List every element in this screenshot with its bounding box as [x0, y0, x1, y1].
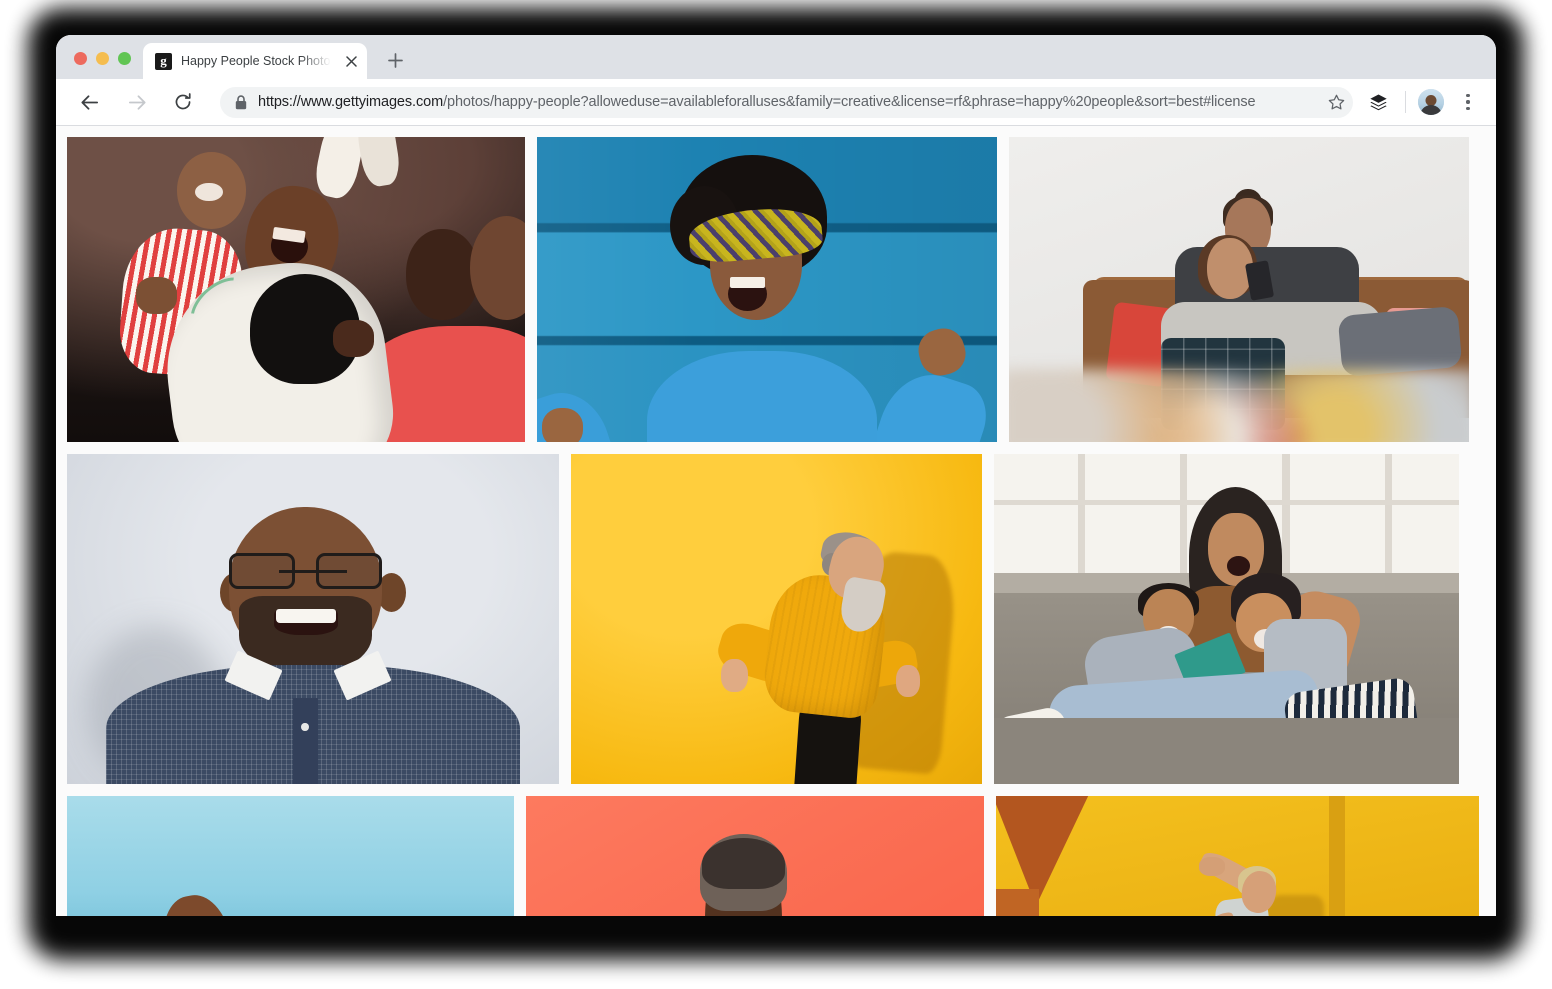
- photo-shape: [1329, 796, 1345, 916]
- reload-button[interactable]: [166, 85, 200, 119]
- photo-shape: [895, 665, 921, 697]
- avatar-icon[interactable]: [1418, 89, 1444, 115]
- photo-person-coral-bg: [526, 796, 984, 916]
- photo-shape: [1009, 368, 1469, 442]
- photo-woman-yellow-wall: [996, 796, 1479, 916]
- toolbar-divider: [1405, 91, 1406, 113]
- menu-dot: [1466, 93, 1470, 98]
- photo-tile-2[interactable]: [537, 137, 997, 442]
- photo-shape: [730, 277, 765, 289]
- bookmark-star-icon[interactable]: [1321, 87, 1351, 117]
- photo-shape: [702, 837, 785, 889]
- photo-shape: [1337, 305, 1463, 377]
- photo-mother-children-couch: [994, 454, 1459, 784]
- photo-row-1: [67, 137, 1486, 442]
- photo-shape: [721, 658, 748, 692]
- layers-icon[interactable]: [1363, 87, 1393, 117]
- tab-title: Happy People Stock Photos an: [181, 54, 334, 68]
- screenshot-root: g Happy People Stock Photos an: [0, 0, 1552, 989]
- forward-button[interactable]: [120, 85, 154, 119]
- photo-shape: [1266, 895, 1325, 916]
- url-text: https://www.gettyimages.com/photos/happy…: [258, 94, 1256, 110]
- padlock-icon: [235, 94, 247, 110]
- close-tab-button[interactable]: [343, 53, 359, 69]
- photo-tile-7[interactable]: [67, 796, 514, 916]
- photo-shape: [405, 228, 480, 320]
- photo-shape: [1282, 454, 1290, 586]
- photo-tile-6[interactable]: [994, 454, 1459, 784]
- photo-couple-couch-phone: [1009, 137, 1469, 442]
- photo-tile-9[interactable]: [996, 796, 1479, 916]
- photo-tile-4[interactable]: [67, 454, 559, 784]
- photo-shape: [541, 408, 583, 442]
- getty-images-favicon: g: [155, 52, 172, 70]
- menu-dot: [1466, 106, 1470, 111]
- photo-tile-3[interactable]: [1009, 137, 1469, 442]
- photo-row-3: [67, 796, 1486, 916]
- back-button[interactable]: [72, 85, 106, 119]
- photo-shape: [275, 609, 336, 623]
- photo-shape: [1226, 556, 1250, 577]
- browser-tab[interactable]: g Happy People Stock Photos an: [143, 43, 367, 79]
- window-controls: [56, 52, 143, 79]
- url-host: https://www.gettyimages.com: [258, 94, 444, 110]
- photo-shape: [996, 888, 1040, 916]
- address-bar[interactable]: https://www.gettyimages.com/photos/happy…: [220, 86, 1353, 118]
- url-path: /photos/happy-people?alloweduse=availabl…: [443, 94, 1256, 110]
- maximize-window-button[interactable]: [118, 52, 131, 65]
- minimize-window-button[interactable]: [96, 52, 109, 65]
- photo-man-blue-sky: [67, 796, 514, 916]
- photo-shape: [1180, 454, 1188, 586]
- photo-shape: [135, 277, 177, 314]
- photo-shape: [332, 320, 374, 357]
- photo-shape: [994, 718, 1459, 784]
- photo-man-glasses-laughing: [67, 454, 559, 784]
- photo-tile-5[interactable]: [571, 454, 982, 784]
- photo-row-2: [67, 454, 1486, 784]
- photo-crowd-cheering: [67, 137, 525, 442]
- photo-shape: [1077, 454, 1086, 586]
- photo-shape: [293, 698, 318, 784]
- photo-shape: [195, 182, 223, 202]
- three-dot-menu-icon[interactable]: [1454, 88, 1482, 116]
- photo-woman-blue-wall: [537, 137, 997, 442]
- photo-shape: [1198, 856, 1226, 876]
- close-window-button[interactable]: [74, 52, 87, 65]
- photo-tile-8[interactable]: [526, 796, 984, 916]
- photo-shape: [1384, 454, 1393, 586]
- photo-man-yellow-dancing: [571, 454, 982, 784]
- page-content: [56, 126, 1496, 916]
- photo-shape: [278, 569, 348, 573]
- browser-toolbar: https://www.gettyimages.com/photos/happy…: [56, 79, 1496, 126]
- photo-tile-1[interactable]: [67, 137, 525, 442]
- photo-background: [67, 796, 514, 916]
- browser-window: g Happy People Stock Photos an: [56, 35, 1496, 916]
- menu-dot: [1466, 100, 1470, 104]
- new-tab-button[interactable]: [381, 46, 409, 74]
- tab-strip: g Happy People Stock Photos an: [56, 35, 1496, 79]
